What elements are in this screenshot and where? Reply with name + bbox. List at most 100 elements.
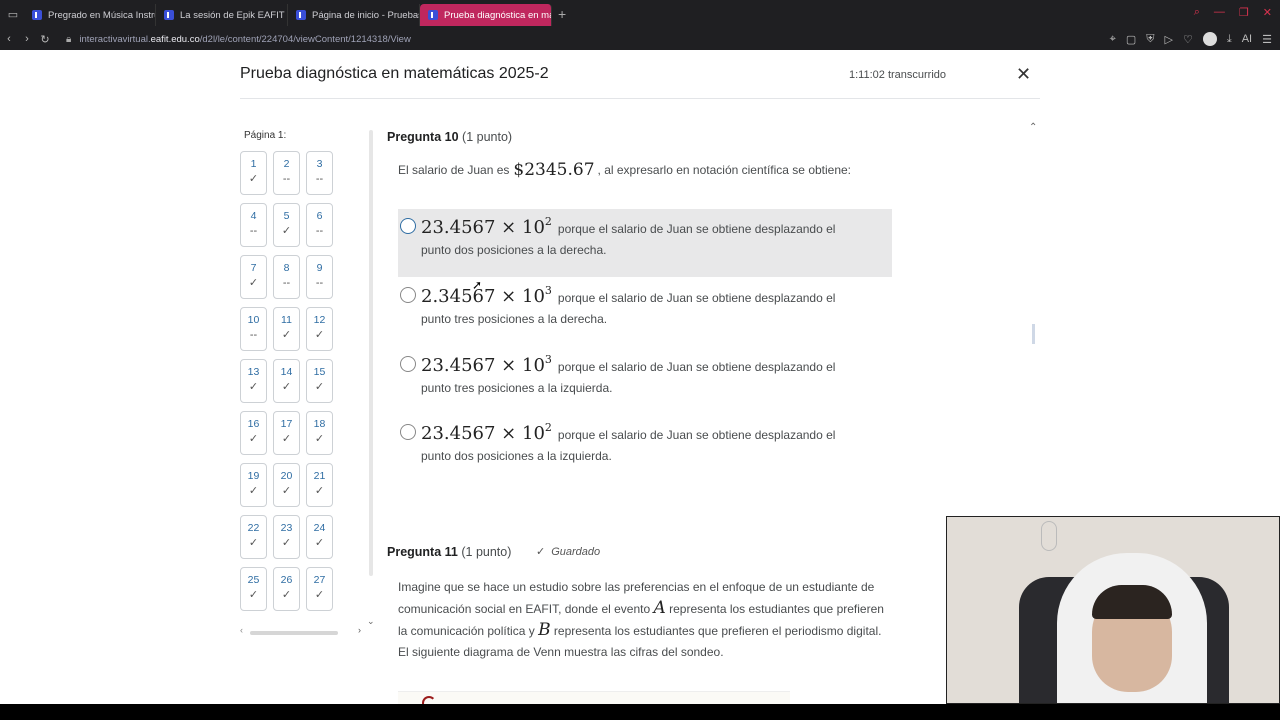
elapsed-timer: 1:11:02 transcurrido xyxy=(849,69,947,81)
question-nav-26[interactable]: 26 ✓ xyxy=(273,567,300,611)
d2l-favicon-icon xyxy=(32,10,42,20)
unanswered-dash: -- xyxy=(282,277,291,289)
question-number: 6 xyxy=(316,210,323,222)
question-nav-8[interactable]: 8 -- xyxy=(273,255,300,299)
heart-icon[interactable]: ♡ xyxy=(1183,33,1193,46)
question-nav-10[interactable]: 10 -- xyxy=(240,307,267,351)
mouse-cursor-icon: ➚ xyxy=(472,278,483,292)
play-icon[interactable]: ▷ xyxy=(1165,33,1173,46)
question-nav-2[interactable]: 2 -- xyxy=(273,151,300,195)
radio-option-3[interactable] xyxy=(400,356,416,372)
question-nav-25[interactable]: 25 ✓ xyxy=(240,567,267,611)
question-number: 21 xyxy=(313,470,326,482)
question-number: 3 xyxy=(316,158,323,170)
question-nav-20[interactable]: 20 ✓ xyxy=(273,463,300,507)
address-bar-row: ‹ › ↻ 🔒︎ interactivavirtual. eafit.edu.co… xyxy=(0,28,1280,50)
lock-icon: 🔒︎ xyxy=(66,33,72,45)
question-nav-21[interactable]: 21 ✓ xyxy=(306,463,333,507)
shield-icon[interactable]: ⛨ xyxy=(1146,33,1154,46)
tab-inicio[interactable]: Página de inicio - Pruebas xyxy=(288,4,420,26)
search-tabs-icon[interactable]: ⌕ xyxy=(1194,6,1200,19)
question-nav-24[interactable]: 24 ✓ xyxy=(306,515,333,559)
question-nav-19[interactable]: 19 ✓ xyxy=(240,463,267,507)
question-nav-12[interactable]: 12 ✓ xyxy=(306,307,333,351)
venn-diagram-image xyxy=(398,691,790,704)
question-nav-18[interactable]: 18 ✓ xyxy=(306,411,333,455)
question-nav-1[interactable]: 1 ✓ xyxy=(240,151,267,195)
question-nav-6[interactable]: 6 -- xyxy=(306,203,333,247)
navigator-scrollbar[interactable]: ‹ › xyxy=(240,625,366,638)
question-nav-22[interactable]: 22 ✓ xyxy=(240,515,267,559)
chevron-down-icon[interactable]: ⌄ xyxy=(367,616,375,627)
question-number: 4 xyxy=(250,210,257,222)
ai-button[interactable]: AI xyxy=(1242,33,1252,45)
scroll-right-icon[interactable]: › xyxy=(358,625,361,635)
new-tab-icon[interactable]: + xyxy=(558,6,566,22)
tab-prueba-active[interactable]: Prueba diagnóstica en mat xyxy=(420,4,552,26)
radio-option-1[interactable] xyxy=(400,218,416,234)
close-icon[interactable]: ✕ xyxy=(1016,64,1031,85)
reload-icon[interactable]: ↻ xyxy=(36,33,54,46)
answered-check-icon: ✓ xyxy=(314,589,325,601)
minimize-icon[interactable]: — xyxy=(1214,6,1225,19)
question-number: 13 xyxy=(247,366,260,378)
question-nav-11[interactable]: 11 ✓ xyxy=(273,307,300,351)
question-number: 16 xyxy=(247,418,260,430)
answered-check-icon: ✓ xyxy=(314,485,325,497)
scroll-thumb[interactable] xyxy=(250,631,338,635)
question-nav-5[interactable]: 5 ✓ xyxy=(273,203,300,247)
answered-check-icon: ✓ xyxy=(248,485,259,497)
question-nav-13[interactable]: 13 ✓ xyxy=(240,359,267,403)
radio-option-2[interactable] xyxy=(400,287,416,303)
question-number: 1 xyxy=(250,158,257,170)
page-label: Página 1: xyxy=(244,130,287,141)
unanswered-dash: -- xyxy=(249,225,258,237)
question-nav-14[interactable]: 14 ✓ xyxy=(273,359,300,403)
question-nav-3[interactable]: 3 -- xyxy=(306,151,333,195)
screenshot-icon[interactable]: ▢ xyxy=(1126,33,1136,46)
question-nav-23[interactable]: 23 ✓ xyxy=(273,515,300,559)
answered-check-icon: ✓ xyxy=(281,589,292,601)
collapse-caret-icon[interactable]: ⌃ xyxy=(1029,122,1037,133)
question-nav-7[interactable]: 7 ✓ xyxy=(240,255,267,299)
restore-icon[interactable]: ❐ xyxy=(1239,6,1249,19)
saved-status: ✓ Guardado xyxy=(536,546,601,558)
question-nav-15[interactable]: 15 ✓ xyxy=(306,359,333,403)
question-nav-16[interactable]: 16 ✓ xyxy=(240,411,267,455)
answered-check-icon: ✓ xyxy=(281,329,292,341)
pin-icon[interactable]: ⌖ xyxy=(1110,33,1116,46)
question-10-text: El salario de Juan es $2345.67 , al expr… xyxy=(398,160,852,180)
url-field[interactable]: 🔒︎ interactivavirtual. eafit.edu.co/d2l/l… xyxy=(66,34,411,45)
question-number: 23 xyxy=(280,522,293,534)
question-number: 18 xyxy=(313,418,326,430)
radio-option-4[interactable] xyxy=(400,424,416,440)
menu-icon[interactable]: ☰ xyxy=(1262,33,1272,46)
question-number: 8 xyxy=(283,262,290,274)
answered-check-icon: ✓ xyxy=(314,381,325,393)
question-number: 14 xyxy=(280,366,293,378)
answered-check-icon: ✓ xyxy=(248,433,259,445)
tab-pregrado[interactable]: Pregrado en Música Instru xyxy=(24,4,156,26)
answer-option-3[interactable]: 23.4567 × 103 porque el salario de Juan s… xyxy=(398,347,892,415)
question-nav-4[interactable]: 4 -- xyxy=(240,203,267,247)
page-scroll-indicator[interactable] xyxy=(1032,324,1035,344)
tab-epik[interactable]: La sesión de Epik EAFIT h xyxy=(156,4,288,26)
answered-check-icon: ✓ xyxy=(281,537,292,549)
forward-icon[interactable]: › xyxy=(18,33,36,45)
profile-avatar[interactable] xyxy=(1202,32,1217,46)
question-nav-9[interactable]: 9 -- xyxy=(306,255,333,299)
question-number: 10 xyxy=(247,314,260,326)
answer-option-4[interactable]: 23.4567 × 102 porque el salario de Juan s… xyxy=(398,415,892,483)
guitar-shape xyxy=(1041,521,1057,551)
question-nav-27[interactable]: 27 ✓ xyxy=(306,567,333,611)
question-number: 25 xyxy=(247,574,260,586)
back-icon[interactable]: ‹ xyxy=(0,33,18,45)
download-icon[interactable]: ⤓ xyxy=(1227,33,1232,46)
answer-option-1[interactable]: 23.4567 × 102 porque el salario de Juan s… xyxy=(398,209,892,277)
close-window-icon[interactable]: ✕ xyxy=(1263,6,1272,19)
window-menu-icon[interactable]: ▭ xyxy=(2,0,24,28)
question-nav-17[interactable]: 17 ✓ xyxy=(273,411,300,455)
page-title: Prueba diagnóstica en matemáticas 2025-2 xyxy=(240,65,549,82)
unanswered-dash: -- xyxy=(315,173,324,185)
scroll-left-icon[interactable]: ‹ xyxy=(240,625,243,635)
